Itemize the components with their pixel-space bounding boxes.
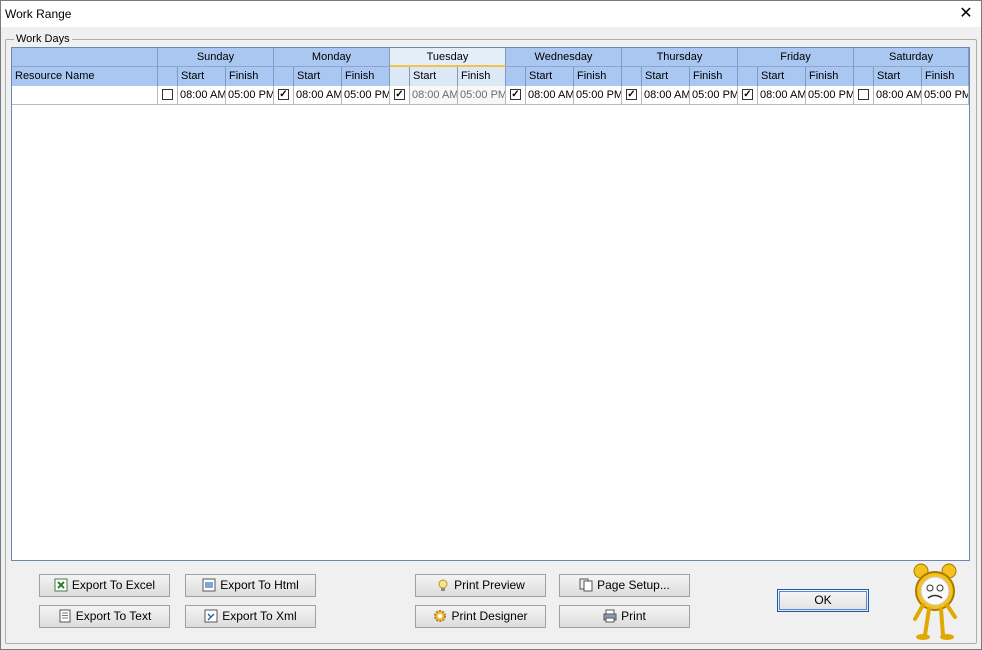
finish-header-sunday[interactable]: Finish [226,67,274,86]
day-header-thursday[interactable]: Thursday [622,48,738,67]
day-enabled-checkbox-wednesday[interactable]: ✓ [510,89,521,100]
finish-time-sunday[interactable]: 05:00 PM [226,86,274,105]
day-enabled-cell-thursday: ✓ [622,86,642,105]
export-to-excel-label: Export To Excel [71,578,156,592]
day-enabled-cell-wednesday: ✓ [506,86,526,105]
finish-time-tuesday[interactable]: 05:00 PM [458,86,506,105]
day-enabled-checkbox-tuesday[interactable]: ✓ [394,89,405,100]
day-enabled-checkbox-friday[interactable]: ✓ [742,89,753,100]
work-days-group: Work Days Resource Name Sunday Start Finis… [5,33,977,644]
finish-time-monday[interactable]: 05:00 PM [342,86,390,105]
header-blank [12,48,158,67]
day-enabled-checkbox-saturday[interactable] [858,89,869,100]
day-header-saturday[interactable]: Saturday [854,48,969,67]
printer-icon [603,609,617,623]
day-checkbox-header-tuesday [390,67,410,86]
export-to-xml-button[interactable]: Export To Xml [185,605,316,628]
day-enabled-cell-monday: ✓ [274,86,294,105]
day-header-tuesday[interactable]: Tuesday [390,48,506,67]
xml-icon [204,609,218,623]
work-days-group-label: Work Days [14,33,72,45]
day-checkbox-header-friday [738,67,758,86]
finish-time-saturday[interactable]: 05:00 PM [922,86,969,105]
start-time-thursday[interactable]: 08:00 AM [642,86,690,105]
start-time-sunday[interactable]: 08:00 AM [178,86,226,105]
page-setup-button[interactable]: Page Setup... [559,574,690,597]
print-preview-label: Print Preview [454,578,525,592]
print-preview-button[interactable]: Print Preview [415,574,546,597]
start-header-monday[interactable]: Start [294,67,342,86]
gear-icon [433,609,447,623]
page-setup-label: Page Setup... [597,578,670,592]
ok-label: OK [814,593,832,607]
start-header-saturday[interactable]: Start [874,67,922,86]
html-icon [202,578,216,592]
start-time-saturday[interactable]: 08:00 AM [874,86,922,105]
print-button[interactable]: Print [559,605,690,628]
finish-header-monday[interactable]: Finish [342,67,390,86]
day-enabled-cell-friday: ✓ [738,86,758,105]
export-to-text-label: Export To Text [75,609,152,623]
day-checkbox-header-wednesday [506,67,526,86]
ok-button[interactable]: OK [777,589,869,612]
resource-name-cell[interactable] [12,86,158,105]
pages-icon [579,578,593,592]
start-time-friday[interactable]: 08:00 AM [758,86,806,105]
finish-time-wednesday[interactable]: 05:00 PM [574,86,622,105]
day-checkbox-header-saturday [854,67,874,86]
start-header-friday[interactable]: Start [758,67,806,86]
export-to-html-button[interactable]: Export To Html [185,574,316,597]
start-time-monday[interactable]: 08:00 AM [294,86,342,105]
resource-name-header[interactable]: Resource Name [12,67,158,86]
day-enabled-checkbox-monday[interactable]: ✓ [278,89,289,100]
print-designer-label: Print Designer [451,609,528,623]
day-header-sunday[interactable]: Sunday [158,48,274,67]
export-to-html-label: Export To Html [220,578,299,592]
finish-header-wednesday[interactable]: Finish [574,67,622,86]
day-checkbox-header-monday [274,67,294,86]
window-title: Work Range [5,7,72,21]
export-to-excel-button[interactable]: Export To Excel [39,574,170,597]
start-header-sunday[interactable]: Start [178,67,226,86]
day-header-monday[interactable]: Monday [274,48,390,67]
start-header-thursday[interactable]: Start [642,67,690,86]
start-time-tuesday[interactable]: 08:00 AM [410,86,458,105]
excel-icon [54,578,68,592]
print-designer-button[interactable]: Print Designer [415,605,546,628]
work-days-grid[interactable]: Resource Name Sunday Start Finish 08:00 AM 0… [11,47,970,561]
work-range-window: Work Range ✕ Work Days Resource Name Sun… [0,0,982,650]
finish-time-thursday[interactable]: 05:00 PM [690,86,738,105]
day-enabled-checkbox-sunday[interactable] [162,89,173,100]
finish-header-thursday[interactable]: Finish [690,67,738,86]
finish-header-friday[interactable]: Finish [806,67,854,86]
text-file-icon [58,609,72,623]
day-checkbox-header-sunday [158,67,178,86]
start-header-wednesday[interactable]: Start [526,67,574,86]
export-to-text-button[interactable]: Export To Text [39,605,170,628]
export-to-xml-label: Export To Xml [222,609,297,623]
start-header-tuesday[interactable]: Start [410,67,458,86]
day-enabled-cell-saturday [854,86,874,105]
day-enabled-cell-tuesday: ✓ [390,86,410,105]
day-enabled-cell-sunday [158,86,178,105]
alarm-clock-mascot-icon [909,561,961,641]
day-header-friday[interactable]: Friday [738,48,854,67]
finish-header-saturday[interactable]: Finish [922,67,969,86]
print-label: Print [621,609,646,623]
day-header-wednesday[interactable]: Wednesday [506,48,622,67]
day-checkbox-header-thursday [622,67,642,86]
day-enabled-checkbox-thursday[interactable]: ✓ [626,89,637,100]
close-icon[interactable]: ✕ [955,3,977,25]
finish-header-tuesday[interactable]: Finish [458,67,506,86]
lightbulb-icon [436,578,450,592]
finish-time-friday[interactable]: 05:00 PM [806,86,854,105]
title-bar: Work Range ✕ [1,1,981,27]
start-time-wednesday[interactable]: 08:00 AM [526,86,574,105]
